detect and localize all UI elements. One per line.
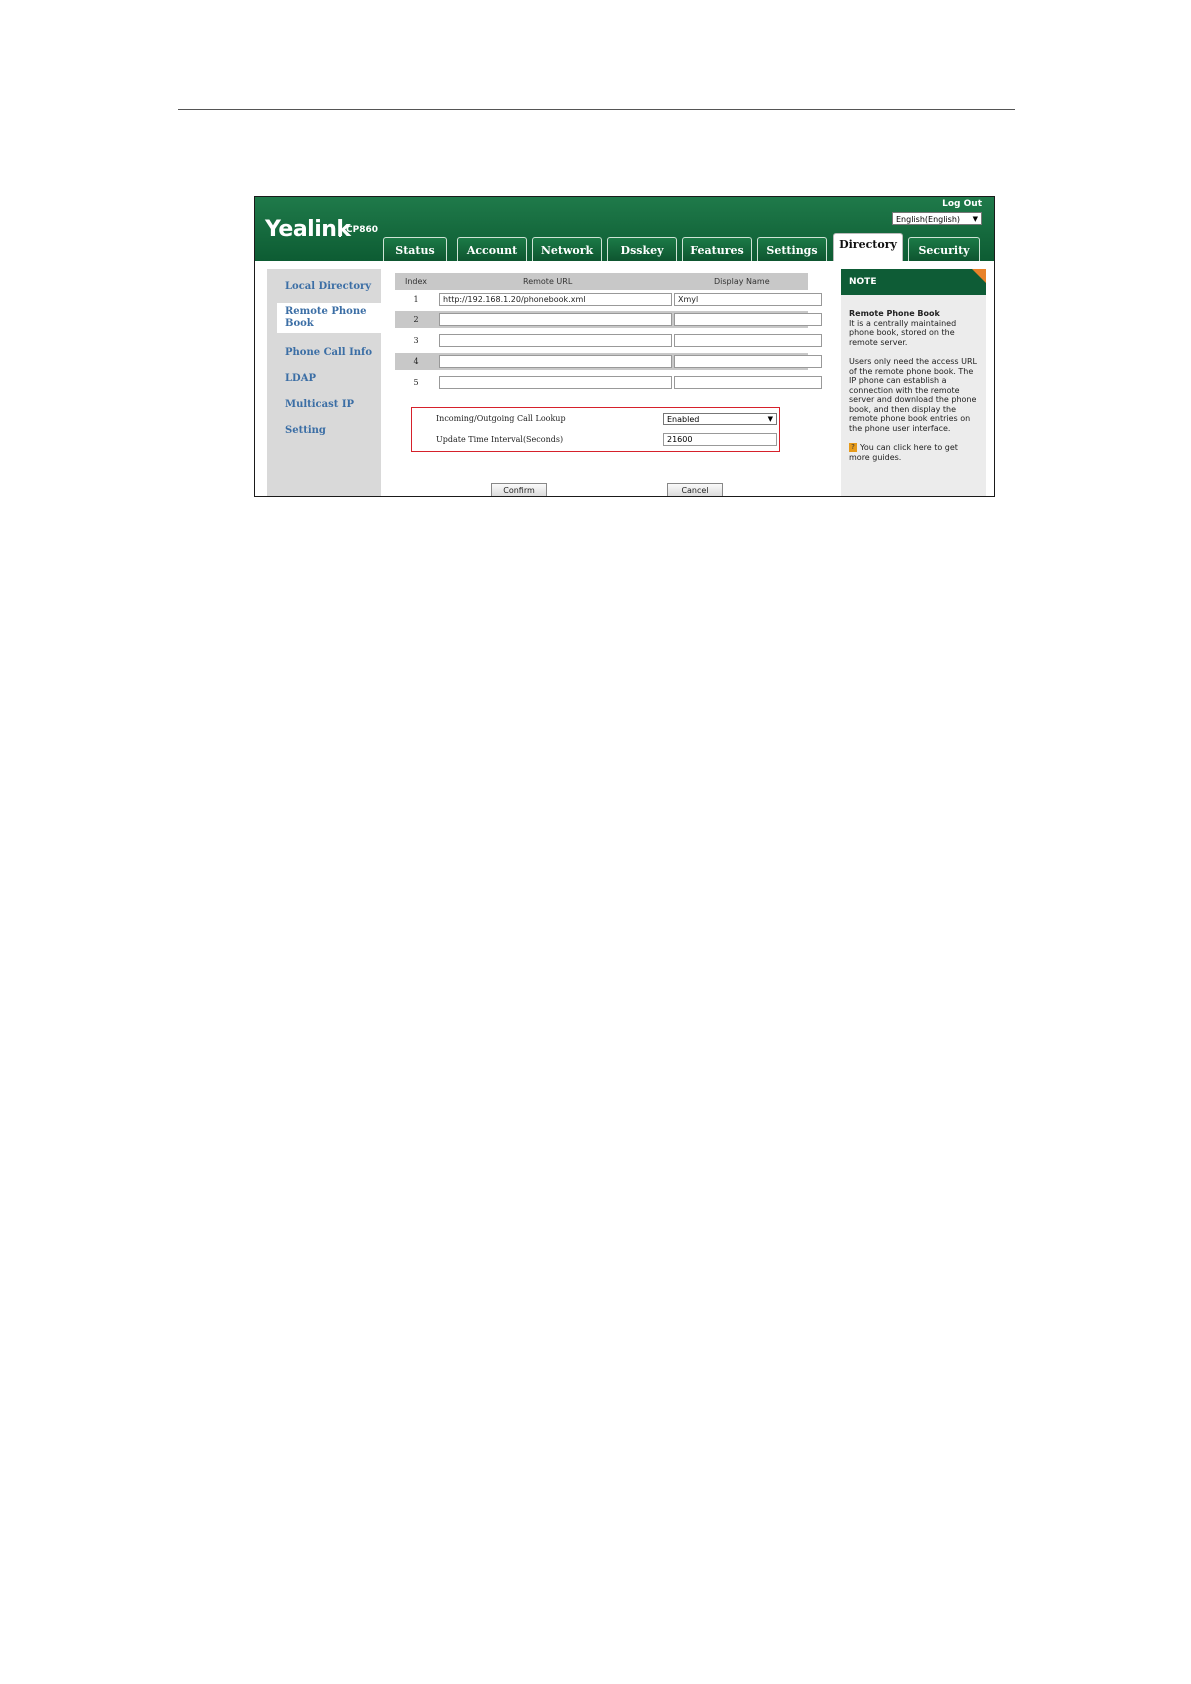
table-row: 5 <box>395 374 822 391</box>
page-header-rule <box>178 109 1015 110</box>
corner-flag-icon <box>972 269 986 283</box>
url-header: Remote URL <box>523 277 573 286</box>
row-index: 3 <box>413 336 419 345</box>
row-index: 2 <box>413 315 419 324</box>
display-name-input[interactable] <box>674 313 822 326</box>
tab-status[interactable]: Status <box>383 237 447 261</box>
call-lookup-value: Enabled <box>667 415 700 424</box>
display-name-input[interactable]: Xmyl <box>674 293 822 306</box>
logo-separator <box>339 219 341 237</box>
chevron-down-icon: ▼ <box>767 415 773 423</box>
table-row: 2 <box>395 311 822 328</box>
sidebar-item-phone-call-info[interactable]: Phone Call Info <box>267 347 381 359</box>
chevron-down-icon: ▼ <box>972 215 978 223</box>
table-row: 4 <box>395 353 822 370</box>
index-header: Index <box>405 277 428 286</box>
web-ui-screenshot: Yealink CP860 Log Out English(English) ▼… <box>254 196 995 497</box>
note-paragraph: Users only need the access URL of the re… <box>849 357 977 433</box>
note-body: Remote Phone Book It is a centrally main… <box>849 309 981 462</box>
model-label: CP860 <box>346 225 378 235</box>
tab-network[interactable]: Network <box>532 237 602 261</box>
sidebar: Local Directory Remote Phone Book Phone … <box>267 269 381 496</box>
remote-url-input[interactable] <box>439 334 672 347</box>
sidebar-item-ldap[interactable]: LDAP <box>267 373 381 385</box>
table-row: 1 http://192.168.1.20/phonebook.xml Xmyl <box>395 291 822 308</box>
note-header: NOTE <box>841 269 986 295</box>
sidebar-item-remote-phone-book[interactable]: Remote Phone Book <box>277 303 381 333</box>
logout-link[interactable]: Log Out <box>942 199 982 209</box>
guide-link[interactable]: ? You can click here to get more guides. <box>849 443 981 462</box>
table-row: 3 <box>395 332 822 349</box>
update-interval-label: Update Time Interval(Seconds) <box>436 435 564 444</box>
call-lookup-select[interactable]: Enabled ▼ <box>663 413 777 425</box>
row-index: 4 <box>413 357 419 366</box>
tab-directory[interactable]: Directory <box>833 233 903 261</box>
cancel-button[interactable]: Cancel <box>667 483 723 496</box>
guide-icon: ? <box>849 443 857 452</box>
language-select[interactable]: English(English) ▼ <box>892 212 982 225</box>
update-interval-input[interactable]: 21600 <box>663 433 777 446</box>
sidebar-item-local-directory[interactable]: Local Directory <box>267 281 381 293</box>
note-title: Remote Phone Book <box>849 309 940 318</box>
name-header: Display Name <box>714 277 770 286</box>
tab-features[interactable]: Features <box>682 237 752 261</box>
content-area: Local Directory Remote Phone Book Phone … <box>255 261 994 496</box>
display-name-input[interactable] <box>674 355 822 368</box>
note-panel: NOTE Remote Phone Book It is a centrally… <box>841 269 986 496</box>
display-name-input[interactable] <box>674 334 822 347</box>
display-name-input[interactable] <box>674 376 822 389</box>
tab-settings[interactable]: Settings <box>757 237 827 261</box>
language-value: English(English) <box>896 215 961 224</box>
top-header: Yealink CP860 Log Out English(English) ▼… <box>255 197 994 261</box>
table-header-row: Index Remote URL Display Name <box>395 273 808 290</box>
tab-security[interactable]: Security <box>908 237 980 261</box>
confirm-button[interactable]: Confirm <box>491 483 547 496</box>
call-lookup-label: Incoming/Outgoing Call Lookup <box>436 414 566 423</box>
row-index: 1 <box>413 295 419 304</box>
remote-url-input[interactable] <box>439 355 672 368</box>
tab-account[interactable]: Account <box>457 237 527 261</box>
sidebar-item-multicast-ip[interactable]: Multicast IP <box>267 399 381 411</box>
guide-text: You can click here to get more guides. <box>849 443 958 462</box>
yealink-logo: Yealink <box>265 217 351 242</box>
highlight-box: Incoming/Outgoing Call Lookup Enabled ▼ … <box>411 407 780 452</box>
remote-url-input[interactable] <box>439 313 672 326</box>
row-index: 5 <box>413 378 419 387</box>
remote-url-input[interactable] <box>439 376 672 389</box>
sidebar-item-setting[interactable]: Setting <box>267 425 381 437</box>
note-paragraph: It is a centrally maintained phone book,… <box>849 318 957 347</box>
tab-dsskey[interactable]: Dsskey <box>607 237 677 261</box>
remote-url-input[interactable]: http://192.168.1.20/phonebook.xml <box>439 293 672 306</box>
